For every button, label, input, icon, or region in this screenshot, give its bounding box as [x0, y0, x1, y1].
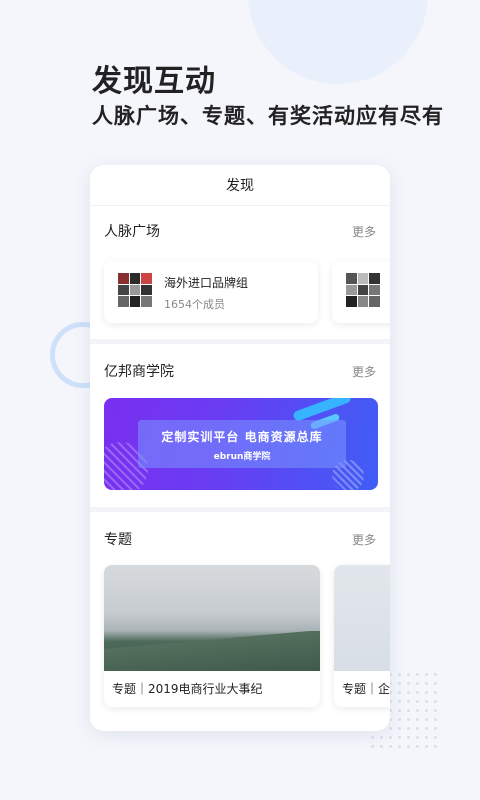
group-name: 海外进口品牌组: [164, 276, 249, 290]
topic-caption: 专题｜2019电商行业大事纪: [112, 682, 263, 696]
network-more-link[interactable]: 更多: [352, 223, 376, 240]
group-avatar-collage: [346, 273, 380, 307]
phone-screen: 发现 人脉广场 更多 海外进口品牌组 1654个成员 亿邦商学院 更多 定制实训…: [90, 165, 390, 731]
topic-cover-image: [104, 565, 320, 671]
group-member-count: 1654个成员: [164, 298, 225, 311]
hero-subtitle: 人脉广场、专题、有奖活动应有尽有: [92, 104, 444, 128]
section-divider: [90, 507, 390, 512]
topic-card[interactable]: 专题｜企: [334, 565, 390, 707]
hero-title: 发现互动: [92, 64, 216, 99]
topics-more-link[interactable]: 更多: [352, 531, 376, 548]
section-divider: [90, 339, 390, 344]
banner-brand-logo: ebrun商学院: [213, 452, 271, 462]
academy-more-link[interactable]: 更多: [352, 363, 376, 380]
academy-section-title: 亿邦商学院: [104, 364, 174, 380]
topic-card[interactable]: 专题｜2019电商行业大事纪: [104, 565, 320, 707]
banner-headline: 定制实训平台 电商资源总库: [161, 430, 323, 444]
network-section-header: 人脉广场 更多: [104, 221, 376, 243]
academy-banner[interactable]: 定制实训平台 电商资源总库 ebrun商学院: [104, 398, 378, 490]
academy-section-header: 亿邦商学院 更多: [104, 361, 376, 383]
topics-section-header: 专题 更多: [104, 529, 376, 551]
decorative-circle: [248, 0, 428, 84]
network-section-title: 人脉广场: [104, 224, 160, 240]
screen-title: 发现: [90, 165, 390, 206]
group-card[interactable]: [332, 261, 390, 323]
group-avatar-collage: [118, 273, 152, 307]
banner-text-box: 定制实训平台 电商资源总库 ebrun商学院: [138, 420, 346, 468]
topic-caption: 专题｜企: [342, 682, 390, 696]
topics-section-title: 专题: [104, 532, 132, 548]
topic-cover-image: [334, 565, 390, 671]
group-card[interactable]: 海外进口品牌组 1654个成员: [104, 261, 318, 323]
